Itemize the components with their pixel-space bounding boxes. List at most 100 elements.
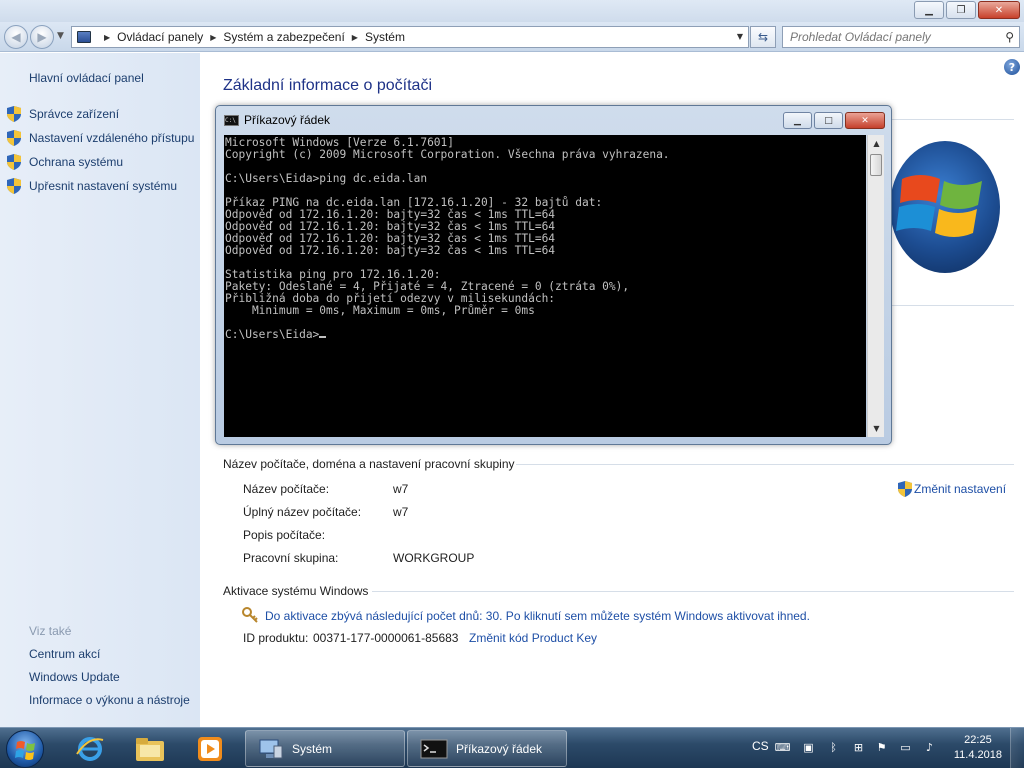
vm-icon[interactable]: ▣ [801,740,816,755]
window-titlebar: ▁ ❐ ✕ [0,0,1024,22]
sidebar-item-system-protection[interactable]: Ochrana systému [29,155,123,169]
scroll-up-icon[interactable]: ▲ [868,135,885,152]
search-icon[interactable]: ⚲ [1005,30,1014,44]
back-button[interactable]: ◀ [4,25,28,49]
clock[interactable]: 22:25 11.4.2018 [954,733,1002,763]
console-line: Odpověď od 172.16.1.20: bajty=32 čas < 1… [225,244,556,257]
console-prompt: C:\Users\Eida> [225,328,320,341]
divider [890,305,1014,306]
address-box[interactable]: ▶ Ovládací panely ▶ Systém a zabezpečení… [71,26,749,48]
windows-flag-icon [896,175,982,237]
breadcrumb-item-system[interactable]: Systém [365,30,405,44]
see-also-heading: Viz také [29,624,72,638]
computer-icon [259,739,283,758]
cmd-minimize-button[interactable]: ▁ [783,112,812,129]
clock-date: 11.4.2018 [953,749,1002,761]
change-settings-link[interactable]: Změnit nastavení [914,482,1006,496]
network-icon[interactable]: ⊞ [851,740,866,755]
divider [516,464,1014,465]
console-line: C:\Users\Eida>ping dc.eida.lan [225,172,428,185]
sidebar-item-advanced-settings[interactable]: Upřesnit nastavení systému [29,179,177,193]
flag-icon[interactable]: ⚑ [874,740,889,755]
cmd-maximize-button[interactable]: □ [814,112,843,129]
activation-section-heading: Aktivace systému Windows [223,584,369,598]
minimize-button[interactable]: ▁ [914,1,944,19]
computer-name-value: w7 [393,482,409,496]
control-panel-icon [77,31,91,43]
refresh-button[interactable]: ⇆ [750,26,776,48]
sidebar-item-remote-settings[interactable]: Nastavení vzdáleného přístupu [29,131,194,145]
computer-name-label: Název počítače: [243,482,330,496]
sidebar: Hlavní ovládací panel Správce zařízení N… [0,53,200,727]
breadcrumb-item-system-security[interactable]: Systém a zabezpečení [223,30,344,44]
explorer-folder-icon[interactable] [124,731,176,767]
close-button[interactable]: ✕ [978,1,1020,19]
workgroup-value: WORKGROUP [393,551,475,565]
sidebar-item-device-manager[interactable]: Správce zařízení [29,107,119,121]
computer-section-heading: Název počítače, doména a nastavení praco… [223,457,515,471]
taskbar-task-system[interactable]: Systém [245,730,405,767]
product-id-value: 00371-177-0000061-85683 [313,631,459,645]
windows-start-icon [15,741,35,760]
sidebar-item-performance[interactable]: Informace o výkonu a nástroje [29,693,190,707]
shield-icon [7,130,21,146]
product-id-label: ID produktu: [243,631,309,645]
scroll-thumb[interactable] [870,154,882,176]
cmd-title: Příkazový řádek [244,113,331,127]
scroll-down-icon[interactable]: ▼ [868,420,885,437]
window-controls: ▁ ❐ ✕ [914,1,1020,19]
console-scrollbar[interactable]: ▲ ▼ [867,135,884,437]
console-output[interactable]: Microsoft Windows [Verze 6.1.7601] Copyri… [224,135,866,437]
console-cursor [319,336,327,338]
breadcrumb-separator-icon[interactable]: ▶ [210,33,216,42]
recent-pages-dropdown-icon[interactable]: ▼ [57,31,64,41]
start-button[interactable] [6,730,44,768]
help-icon[interactable]: ? [1004,59,1020,75]
maximize-button[interactable]: ❐ [946,1,976,19]
sidebar-home-link[interactable]: Hlavní ovládací panel [29,71,144,85]
console-line: Copyright (c) 2009 Microsoft Corporation… [225,148,670,161]
breadcrumb-item-control-panel[interactable]: Ovládací panely [117,30,203,44]
sidebar-item-windows-update[interactable]: Windows Update [29,670,120,684]
full-computer-name-label: Úplný název počítače: [243,505,362,519]
change-product-key-link[interactable]: Změnit kód Product Key [469,631,597,645]
show-desktop-button[interactable] [1010,728,1024,768]
search-box[interactable]: ⚲ [782,26,1020,48]
sidebar-item-action-center[interactable]: Centrum akcí [29,647,100,661]
cmd-icon: C:\ [224,114,239,126]
workgroup-label: Pracovní skupina: [243,551,339,565]
forward-button[interactable]: ▶ [30,25,54,49]
media-player-icon[interactable] [184,731,236,767]
page-title: Základní informace o počítači [223,77,432,94]
keyboard-icon[interactable]: ⌨ [775,740,791,755]
internet-explorer-icon[interactable] [64,731,116,767]
computer-description-label: Popis počítače: [243,528,326,542]
cmd-window-controls: ▁ □ ✕ [783,112,885,129]
windows-logo [890,141,1000,273]
breadcrumb: ▶ Ovládací panely ▶ Systém a zabezpečení… [97,30,405,44]
breadcrumb-separator-icon[interactable]: ▶ [352,33,358,42]
address-dropdown-icon[interactable]: ▼ [737,32,743,41]
search-input[interactable] [790,30,995,44]
taskbar-task-cmd[interactable]: Příkazový řádek [407,730,567,767]
display-icon[interactable]: ▭ [898,740,913,755]
taskbar-task-label: Příkazový řádek [456,741,543,756]
bluetooth-icon[interactable]: ᛒ [826,740,841,755]
console-lines: Microsoft Windows [Verze 6.1.7601] Copyri… [225,137,866,329]
activate-windows-link[interactable]: Do aktivace zbývá následující počet dnů:… [265,609,810,623]
divider [890,119,1014,120]
cmd-close-button[interactable]: ✕ [845,112,885,129]
volume-icon[interactable]: ♪ [922,740,937,755]
cmd-titlebar: C:\ Příkazový řádek [224,113,330,127]
key-icon [242,607,258,623]
command-prompt-window[interactable]: C:\ Příkazový řádek ▁ □ ✕ Microsoft Wind… [215,105,892,445]
shield-icon [7,106,21,122]
divider [372,591,1014,592]
full-computer-name-value: w7 [393,505,409,519]
console-line: Minimum = 0ms, Maximum = 0ms, Průměr = 0… [225,304,535,317]
shield-icon [898,481,912,497]
language-indicator[interactable]: CS [752,739,769,753]
taskbar: Systém Příkazový řádek CS ⌨ ▣ ᛒ ⊞ ⚑ ▭ ♪ … [0,727,1024,768]
breadcrumb-separator-icon[interactable]: ▶ [104,33,110,42]
